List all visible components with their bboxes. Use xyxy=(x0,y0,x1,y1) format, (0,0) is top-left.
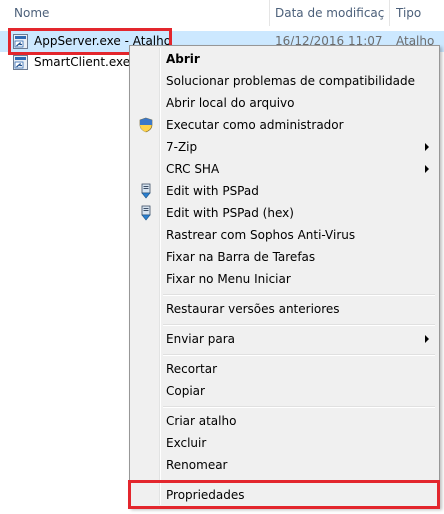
menu-item-rename[interactable]: Renomear xyxy=(132,454,437,476)
file-name[interactable]: SmartClient.exe - xyxy=(34,52,138,73)
menu-separator xyxy=(163,324,435,326)
menu-item-7zip[interactable]: 7-Zip xyxy=(132,136,437,158)
menu-item-label: Rastrear com Sophos Anti-Virus xyxy=(166,228,356,242)
pspad-icon xyxy=(141,183,151,199)
menu-item-label: Copiar xyxy=(166,384,205,398)
menu-item-label: Recortar xyxy=(166,362,218,376)
menu-item-label: Solucionar problemas de compatibilidade xyxy=(166,74,415,88)
menu-item-pin-start-menu[interactable]: Fixar no Menu Iniciar xyxy=(132,268,437,290)
menu-item-label: Executar como administrador xyxy=(166,118,344,132)
menu-item-delete[interactable]: Excluir xyxy=(132,432,437,454)
menu-item-sophos-scan[interactable]: Rastrear com Sophos Anti-Virus xyxy=(132,224,437,246)
menu-item-open[interactable]: Abrir xyxy=(132,48,437,70)
menu-item-label: Abrir xyxy=(166,52,200,66)
menu-item-label: Excluir xyxy=(166,436,207,450)
column-type-header[interactable]: Tipo xyxy=(396,0,444,26)
submenu-arrow-icon xyxy=(425,143,429,151)
menu-item-restore-previous-versions[interactable]: Restaurar versões anteriores xyxy=(132,298,437,320)
column-name-header[interactable]: Nome xyxy=(14,0,264,26)
menu-item-label: Renomear xyxy=(166,458,228,472)
menu-item-label: Abrir local do arquivo xyxy=(166,96,295,110)
menu-item-open-file-location[interactable]: Abrir local do arquivo xyxy=(132,92,437,114)
column-date-header[interactable]: Data de modificaç... xyxy=(275,0,385,26)
menu-item-create-shortcut[interactable]: Criar atalho xyxy=(132,410,437,432)
menu-item-troubleshoot-compatibility[interactable]: Solucionar problemas de compatibilidade xyxy=(132,70,437,92)
menu-item-cut[interactable]: Recortar xyxy=(132,358,437,380)
menu-separator xyxy=(163,354,435,356)
menu-item-edit-pspad-hex[interactable]: Edit with PSPad (hex) xyxy=(132,202,437,224)
menu-item-label: 7-Zip xyxy=(166,140,198,154)
menu-item-label: Fixar no Menu Iniciar xyxy=(166,272,291,286)
menu-item-crc-sha[interactable]: CRC SHA xyxy=(132,158,437,180)
menu-item-send-to[interactable]: Enviar para xyxy=(132,328,437,350)
menu-item-run-as-admin[interactable]: Executar como administrador xyxy=(132,114,437,136)
menu-item-label: Edit with PSPad xyxy=(166,184,259,198)
menu-item-copy[interactable]: Copiar xyxy=(132,380,437,402)
column-divider[interactable] xyxy=(269,0,270,26)
column-divider[interactable] xyxy=(389,0,390,26)
menu-separator xyxy=(163,294,435,296)
menu-separator xyxy=(163,406,435,408)
pspad-icon xyxy=(141,205,151,221)
menu-item-label: Criar atalho xyxy=(166,414,237,428)
menu-item-label: Fixar na Barra de Tarefas xyxy=(166,250,316,264)
menu-item-label: Enviar para xyxy=(166,332,235,346)
shortcut-icon xyxy=(13,55,28,70)
uac-shield-icon xyxy=(139,117,153,133)
submenu-arrow-icon xyxy=(425,335,429,343)
menu-item-edit-pspad[interactable]: Edit with PSPad xyxy=(132,180,437,202)
column-header: Nome Data de modificaç... Tipo xyxy=(0,0,444,26)
submenu-arrow-icon xyxy=(425,165,429,173)
menu-item-label: Restaurar versões anteriores xyxy=(166,302,340,316)
menu-item-pin-taskbar[interactable]: Fixar na Barra de Tarefas xyxy=(132,246,437,268)
menu-item-label: Edit with PSPad (hex) xyxy=(166,206,294,220)
menu-item-label: CRC SHA xyxy=(166,162,220,176)
highlight-box-properties xyxy=(128,480,440,509)
context-menu: Abrir Solucionar problemas de compatibil… xyxy=(129,45,440,508)
